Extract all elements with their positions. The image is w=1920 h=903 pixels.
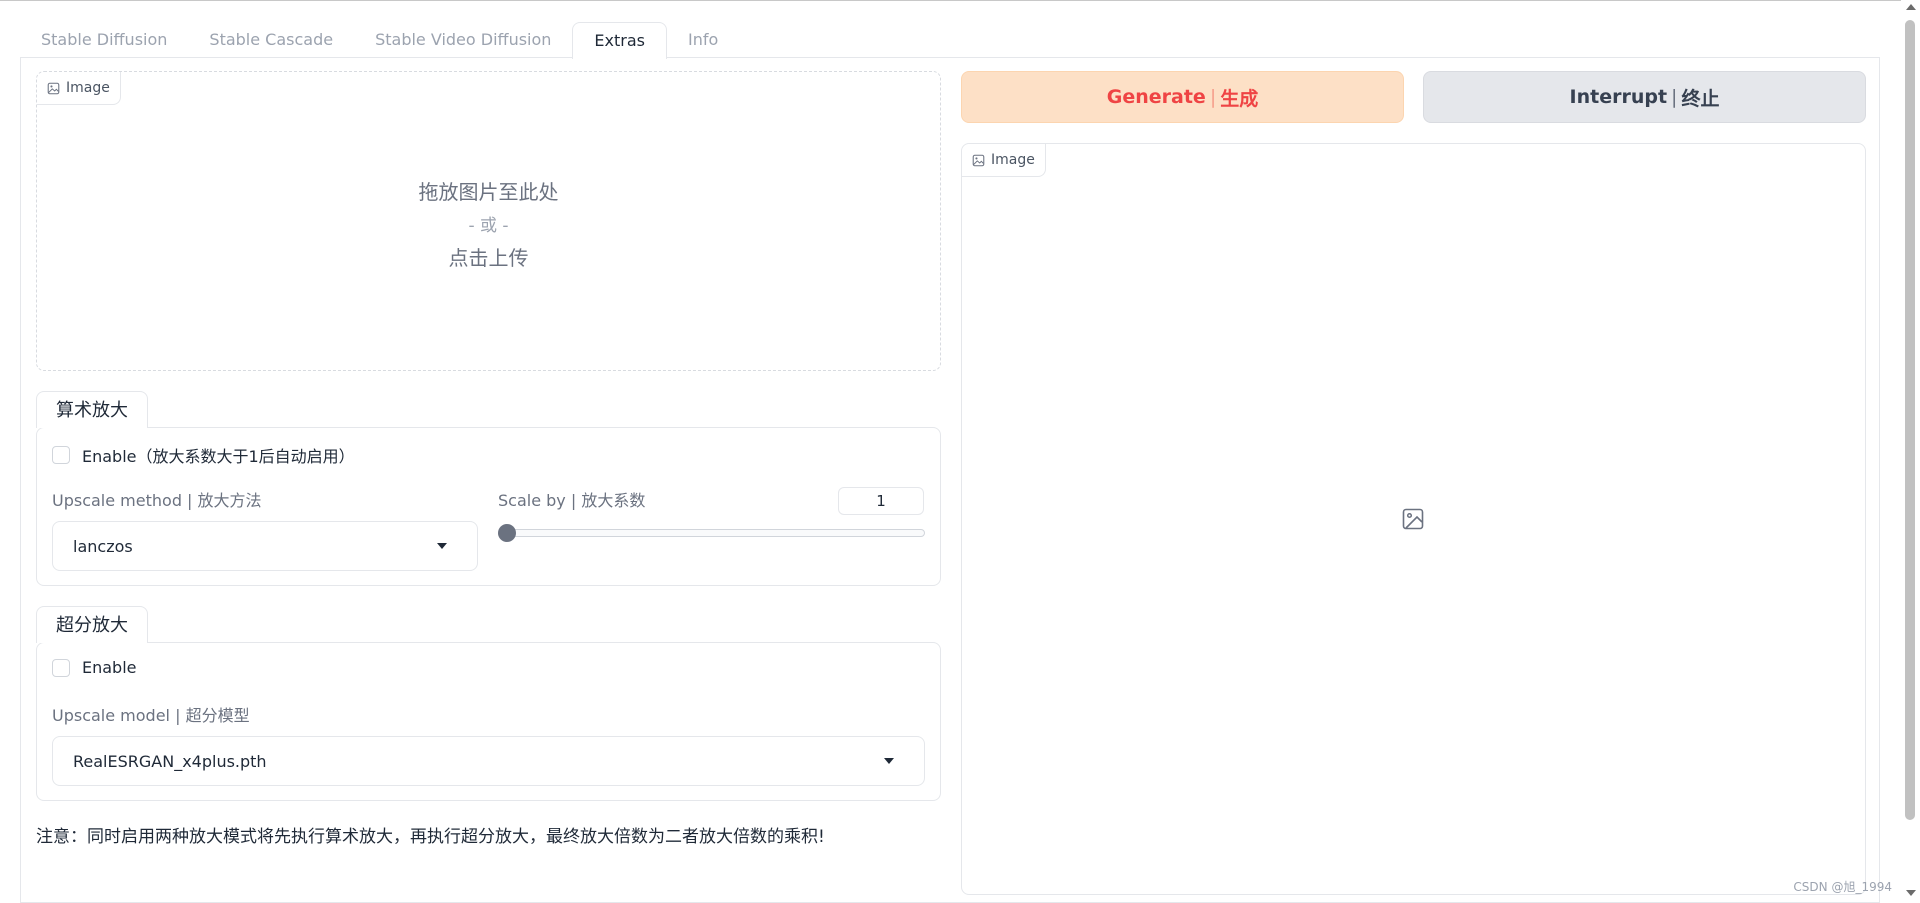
upscale-method-label: Upscale method | 放大方法 (52, 491, 262, 510)
generate-label-sep: | (1209, 86, 1217, 108)
scale-by-slider-thumb[interactable] (498, 524, 516, 542)
image-label-text: Image (66, 80, 110, 96)
scale-by-slider[interactable] (498, 529, 925, 537)
arith-enable-label: Enable（放大系数大于1后自动启用） (82, 447, 355, 466)
chevron-down-icon (884, 758, 894, 764)
image-label: Image (37, 72, 121, 105)
image-icon (47, 82, 60, 94)
drop-text: 拖放图片至此处 (418, 180, 559, 204)
scroll-thumb[interactable] (1905, 20, 1915, 820)
sr-enable-label: Enable (82, 658, 137, 677)
upscale-model-value: RealESRGAN_x4plus.pth (73, 751, 267, 771)
arith-upscale-tab[interactable]: 算术放大 (36, 391, 148, 428)
arith-enable-checkbox[interactable] (52, 446, 70, 464)
upscale-method-value: lanczos (73, 536, 133, 556)
scroll-up-arrow-icon[interactable] (1906, 4, 1916, 10)
tab-stable-cascade[interactable]: Stable Cascade (188, 22, 354, 58)
interrupt-label-zh: 终止 (1681, 87, 1720, 110)
tab-extras[interactable]: Extras (572, 22, 667, 59)
sr-upscale-tab[interactable]: 超分放大 (36, 606, 148, 643)
main-tabs: Stable Diffusion Stable Cascade Stable V… (20, 22, 739, 59)
tab-stable-diffusion[interactable]: Stable Diffusion (20, 22, 188, 58)
scale-by-label: Scale by | 放大系数 (498, 491, 646, 510)
interrupt-label-sep: | (1671, 86, 1678, 108)
upscale-note: 注意：同时启用两种放大模式将先执行算术放大，再执行超分放大，最终放大倍数为二者放… (36, 827, 825, 847)
generate-label-en: Generate (1106, 86, 1206, 108)
upscale-model-select[interactable]: RealESRGAN_x4plus.pth (52, 736, 925, 786)
image-icon (972, 154, 985, 166)
output-image-panel: Image (961, 143, 1866, 895)
tab-stable-video-diffusion[interactable]: Stable Video Diffusion (354, 22, 572, 58)
interrupt-button[interactable]: Interrupt | 终止 (1423, 71, 1866, 123)
arith-enable-row: Enable（放大系数大于1后自动启用） (52, 443, 355, 467)
chevron-down-icon (437, 543, 447, 549)
page-scrollbar[interactable] (1901, 0, 1920, 902)
click-upload-text[interactable]: 点击上传 (37, 242, 940, 271)
output-image-label: Image (962, 144, 1046, 177)
tab-info[interactable]: Info (667, 22, 739, 58)
generate-label-zh: 生成 (1220, 87, 1259, 110)
or-text: - 或 - (468, 216, 509, 236)
arith-upscale-box: 算术放大 Enable（放大系数大于1后自动启用） Upscale method… (36, 391, 941, 586)
sr-enable-checkbox[interactable] (52, 658, 70, 677)
scale-by-input[interactable]: 1 (838, 487, 924, 515)
output-image-label-text: Image (991, 152, 1035, 168)
scroll-down-arrow-icon[interactable] (1906, 890, 1916, 896)
sr-upscale-box: 超分放大 Enable Upscale model | 超分模型 RealESR… (36, 606, 941, 801)
watermark: CSDN @旭_1994 (1793, 880, 1892, 894)
upscale-method-select[interactable]: lanczos (52, 521, 478, 571)
sr-enable-row: Enable (52, 658, 137, 677)
generate-button[interactable]: Generate | 生成 (961, 71, 1404, 123)
upload-instructions: 拖放图片至此处 - 或 - 点击上传 (37, 176, 940, 271)
interrupt-label-en: Interrupt (1569, 86, 1668, 108)
image-upload-dropzone[interactable]: Image 拖放图片至此处 - 或 - 点击上传 (36, 71, 941, 371)
top-border (0, 0, 1920, 1)
upscale-model-label: Upscale model | 超分模型 (52, 706, 250, 725)
image-placeholder-icon (1402, 508, 1424, 530)
